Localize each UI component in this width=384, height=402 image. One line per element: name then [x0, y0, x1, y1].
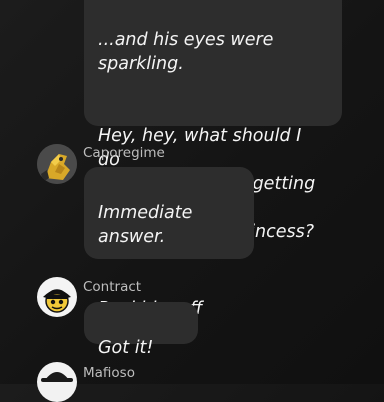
author-name: Caporegime [83, 145, 165, 161]
message-text: ...and his eyes were sparkling. [98, 30, 274, 74]
golden-figure-avatar-icon [37, 144, 77, 184]
avatar-caporegime[interactable] [37, 144, 77, 184]
hat-figure-avatar-icon [37, 277, 77, 317]
message-bubble: Got it! [84, 302, 198, 358]
author-name: Mafioso [83, 365, 135, 381]
message-bubble: Immediate answer. Peel him off her. [84, 167, 254, 343]
message-bubble: ...and his eyes were sparkling. Hey, hey… [84, 0, 342, 242]
message-text: Got it! [98, 338, 154, 358]
author-name: Contract [83, 279, 142, 295]
avatar-contract[interactable] [37, 277, 77, 317]
message-text: Immediate answer. [98, 203, 193, 247]
avatar-mafioso[interactable] [37, 362, 77, 402]
fedora-avatar-icon [37, 362, 77, 402]
